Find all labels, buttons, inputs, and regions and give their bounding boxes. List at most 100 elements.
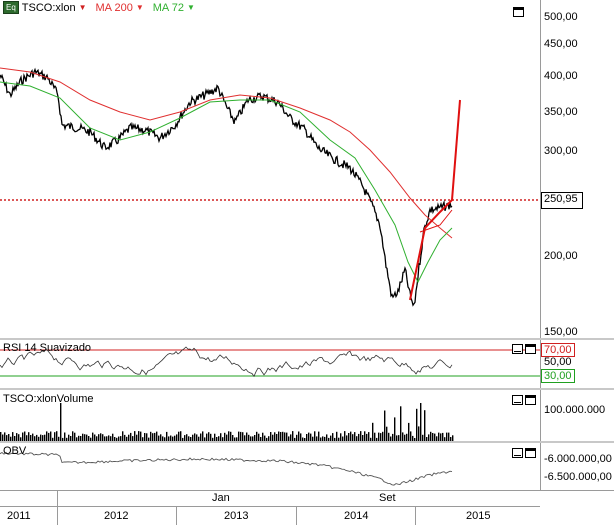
volume-tick: 100.000.000 [544,404,606,416]
volume-bar [358,433,360,441]
volume-bar [214,433,216,441]
volume-bar [102,434,104,441]
price-series-line [0,67,453,307]
volume-legend: TSCO:xlonVolume [3,393,93,405]
rsi-mid-level: 50,00 [544,356,572,368]
volume-minimize-icon[interactable] [512,395,523,405]
volume-bar [374,432,376,441]
volume-bar [228,431,230,441]
volume-bar [12,432,14,441]
volume-bar [440,433,442,441]
volume-bar [258,433,260,441]
volume-bar [166,431,168,441]
year-divider [415,506,416,525]
volume-bar [64,432,66,441]
volume-bar [130,432,132,441]
volume-bar [200,433,202,441]
price-legend: Eq TSCO:xlon ▼ MA 200 ▼ MA 72 ▼ [3,1,195,14]
price-tick-450: 450,00 [544,38,578,50]
volume-bar [290,434,292,441]
price-tick-150: 150,00 [544,326,578,338]
volume-bar [224,432,226,441]
time-axis[interactable] [0,490,614,526]
volume-bar [278,431,280,441]
volume-bar [434,433,436,441]
symbol-dropdown-icon[interactable]: ▼ [79,3,87,12]
obv-tick-1: -6.000.000,00 [544,453,612,465]
ma200-label[interactable]: MA 200 [96,2,133,14]
volume-bar [300,433,302,441]
volume-bar [22,432,24,441]
price-axis[interactable] [540,0,614,338]
rsi-legend: RSI 14 Suavizado [3,342,91,354]
volume-bar [314,431,316,441]
volume-bar [160,434,162,441]
volume-bar [276,434,278,441]
volume-bar [388,432,390,441]
volume-bar [24,431,26,441]
volume-bar [208,432,210,441]
volume-bar [176,434,178,441]
volume-bar [112,433,114,441]
volume-bar [332,433,334,441]
volume-bar [348,433,350,441]
volume-bar [54,432,56,441]
volume-bar [416,408,418,441]
volume-bar [156,431,158,441]
time-axis-divider [0,506,540,507]
volume-bar [340,433,342,441]
volume-bar [8,434,10,441]
volume-bar [428,434,430,441]
volume-bar [220,433,222,441]
volume-bar [326,434,328,441]
volume-bar [32,433,34,441]
price-chart[interactable] [0,0,540,338]
volume-bar [274,432,276,441]
volume-bar [360,431,362,441]
volume-bar [386,426,388,441]
rsi-minimize-icon[interactable] [512,344,523,354]
price-pane-maximize-icon[interactable] [513,7,524,17]
rsi-maximize-icon[interactable] [525,344,536,354]
volume-bar [424,410,426,441]
volume-bar [448,432,450,441]
ma72-label[interactable]: MA 72 [153,2,184,14]
obv-line [0,451,453,486]
year-label-2013: 2013 [224,510,249,522]
volume-bar [352,434,354,441]
obv-minimize-icon[interactable] [512,448,523,458]
volume-bar [98,434,100,441]
volume-bar [150,431,152,441]
price-tick-300: 300,00 [544,145,578,157]
volume-label[interactable]: TSCO:xlonVolume [3,393,93,405]
year-divider [176,506,177,525]
obv-tick-2: -6.500.000,00 [544,471,612,483]
volume-bar [350,431,352,441]
volume-bar [242,432,244,441]
ma200-dropdown-icon[interactable]: ▼ [136,3,144,12]
volume-bar [446,432,448,441]
volume-bar [256,431,258,441]
volume-maximize-icon[interactable] [525,395,536,405]
rsi-label[interactable]: RSI 14 Suavizado [3,342,91,354]
obv-chart[interactable] [0,443,540,490]
ma72-dropdown-icon[interactable]: ▼ [187,3,195,12]
volume-bar [292,431,294,441]
volume-bar [308,432,310,441]
volume-bar [82,433,84,441]
volume-bar [430,431,432,441]
volume-bar [378,432,380,441]
volume-bar [262,432,264,441]
obv-label[interactable]: OBV [3,445,26,457]
volume-bar [4,432,6,441]
volume-bar [154,432,156,441]
volume-bar [384,410,386,441]
volume-bar [202,431,204,441]
volume-bar [336,431,338,441]
symbol-label[interactable]: TSCO:xlon [22,2,76,14]
volume-bar [210,433,212,441]
equity-icon: Eq [3,1,19,14]
obv-maximize-icon[interactable] [525,448,536,458]
volume-bar [134,431,136,441]
price-tick-500: 500,00 [544,11,578,23]
